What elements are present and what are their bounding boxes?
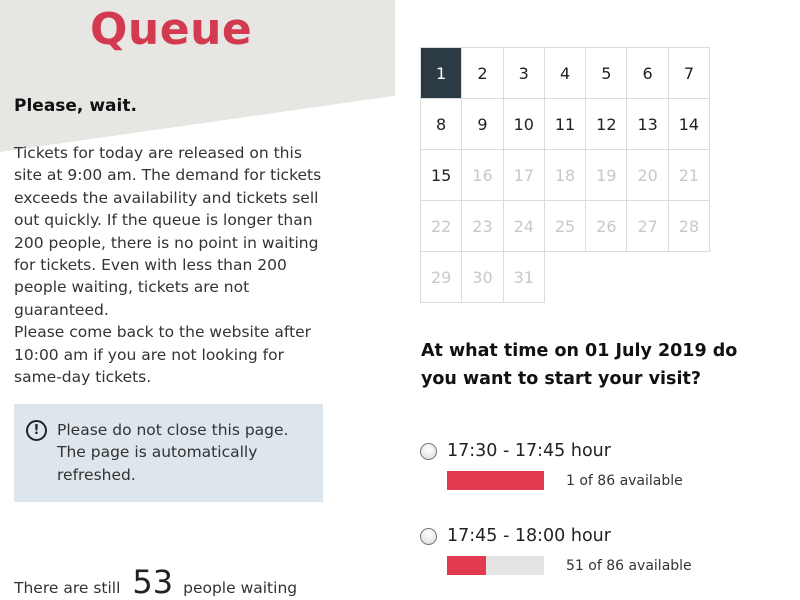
calendar-day[interactable]: 9 — [462, 99, 504, 150]
availability-bar — [447, 471, 544, 490]
calendar-day[interactable]: 13 — [627, 99, 669, 150]
queue-status: There are still 53 people waiting — [14, 566, 297, 598]
availability-text: 51 of 86 available — [566, 557, 692, 574]
calendar-day[interactable]: 3 — [503, 48, 545, 99]
calendar-day: 27 — [627, 201, 669, 252]
calendar-day[interactable]: 6 — [627, 48, 669, 99]
calendar-day[interactable]: 10 — [503, 99, 545, 150]
calendar-day[interactable]: 11 — [544, 99, 587, 150]
queue-status-suffix: people waiting — [183, 579, 298, 597]
time-slot-radio[interactable] — [420, 442, 437, 460]
calendar-day: 21 — [668, 150, 711, 201]
calendar-day[interactable]: 14 — [668, 99, 711, 150]
wait-heading: Please, wait. — [14, 96, 137, 116]
time-slot-option[interactable]: 17:45 - 18:00 hour 51 of 86 available — [420, 526, 692, 575]
time-slot-label: 17:30 - 17:45 hour — [447, 441, 611, 461]
calendar-day[interactable]: 5 — [586, 48, 628, 99]
calendar-day: 31 — [503, 252, 545, 303]
info-paragraph-1: Tickets for today are released on this s… — [14, 144, 322, 319]
time-question: At what time on 01 July 2019 do you want… — [421, 341, 738, 389]
date-calendar: 1 2 3 4 5 6 7 8 9 10 11 12 13 14 15 16 17 18 19 20 21 22 23 24 2… — [420, 47, 711, 303]
calendar-day: 16 — [462, 150, 504, 201]
calendar-day: 20 — [627, 150, 669, 201]
calendar-day: 25 — [544, 201, 587, 252]
exclamation-circle-icon: ! — [26, 420, 47, 441]
calendar-day[interactable]: 2 — [462, 48, 504, 99]
calendar-day[interactable]: 8 — [421, 99, 463, 150]
info-text: Tickets for today are released on this s… — [14, 142, 324, 388]
info-paragraph-2: Please come back to the website after 10… — [14, 323, 312, 387]
time-slot-label: 17:45 - 18:00 hour — [447, 526, 611, 546]
calendar-day: 30 — [462, 252, 504, 303]
time-slot-radio[interactable] — [420, 527, 437, 545]
queue-count: 53 — [132, 563, 174, 600]
availability-bar — [447, 556, 544, 575]
calendar-day: 26 — [586, 201, 628, 252]
calendar-day: 28 — [668, 201, 711, 252]
time-slot-option[interactable]: 17:30 - 17:45 hour 1 of 86 available — [420, 441, 683, 490]
calendar-day: 29 — [421, 252, 463, 303]
calendar-day[interactable]: 7 — [668, 48, 711, 99]
calendar-day: 23 — [462, 201, 504, 252]
calendar-day: 19 — [586, 150, 628, 201]
calendar-day: 17 — [503, 150, 545, 201]
calendar-day[interactable]: 1 — [421, 48, 463, 99]
queue-status-prefix: There are still — [14, 579, 121, 597]
calendar-day[interactable]: 12 — [586, 99, 628, 150]
calendar-day[interactable]: 15 — [421, 150, 463, 201]
page-title: Queue — [90, 4, 253, 55]
availability-text: 1 of 86 available — [566, 472, 683, 489]
calendar-day: 18 — [544, 150, 587, 201]
calendar-day: 22 — [421, 201, 463, 252]
availability-bar-fill — [447, 471, 544, 490]
calendar-day: 24 — [503, 201, 545, 252]
availability-bar-fill — [447, 556, 486, 575]
calendar-day[interactable]: 4 — [544, 48, 587, 99]
auto-refresh-notice: ! Please do not close this page. The pag… — [14, 404, 323, 502]
notice-text: Please do not close this page. The page … — [57, 421, 289, 484]
